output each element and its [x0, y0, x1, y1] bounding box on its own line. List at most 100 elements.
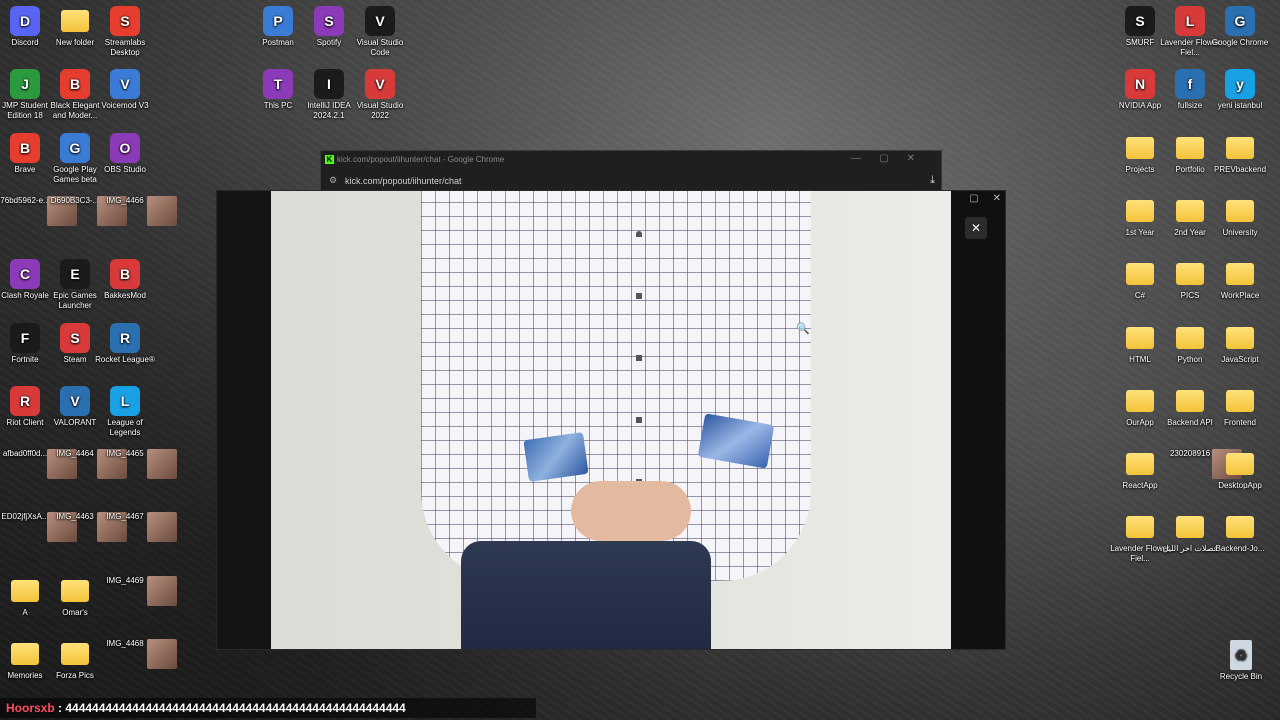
desktop-icon[interactable]: Backend-Jo...	[1208, 512, 1272, 554]
folder-icon	[1226, 389, 1254, 412]
maximize-icon[interactable]: ▢	[969, 193, 978, 204]
desktop-icon-label: Voicemod V3	[101, 101, 149, 111]
desktop-icon-label: University	[1222, 227, 1258, 237]
desktop-icon-label: PREVbackend	[1213, 164, 1267, 174]
close-window-icon[interactable]: ✕	[993, 193, 1001, 204]
folder-icon	[1176, 199, 1204, 222]
shirt-photo[interactable]	[271, 191, 951, 649]
desktop-icon[interactable]: V Visual Studio 2022	[348, 69, 412, 121]
folder-icon	[1226, 516, 1254, 539]
folder-icon	[11, 643, 39, 665]
desktop-icon[interactable]: S Streamlabs Desktop	[93, 6, 157, 58]
desktop-icon-label: Google Chrome	[1211, 38, 1269, 47]
app-icon: P	[263, 6, 293, 36]
desktop-icon[interactable]: R Rocket League®	[93, 322, 157, 365]
folder-icon	[1126, 389, 1154, 412]
app-icon: C	[10, 259, 40, 290]
image-viewer-popup: ▢ ✕ ✕	[216, 190, 1006, 650]
desktop-icon-label: yeni istanbul	[1217, 101, 1263, 111]
image-file-icon	[147, 512, 177, 543]
folder-icon	[1226, 326, 1254, 349]
app-icon: F	[10, 322, 40, 353]
folder-icon	[61, 10, 89, 32]
chrome-window[interactable]: K kick.com/popout/iihunter/chat - Google…	[320, 150, 942, 192]
desktop-icon[interactable]: O OBS Studio	[93, 132, 157, 175]
desktop-icon[interactable]: B BakkesMod	[93, 259, 157, 301]
recycle-bin-label: Recycle Bin	[1219, 672, 1263, 681]
desktop-icon-label: OBS Studio	[104, 164, 146, 174]
app-icon: L	[110, 385, 140, 416]
app-icon: G	[1225, 6, 1255, 36]
desktop-icon[interactable]: IMG_4467	[93, 512, 177, 543]
app-icon: N	[1125, 69, 1155, 100]
chrome-window-title: kick.com/popout/iihunter/chat - Google C…	[337, 155, 505, 164]
desktop-icon[interactable]: y yeni istanbul	[1208, 69, 1272, 111]
desktop-icon[interactable]: V Visual Studio Code	[348, 6, 412, 58]
desktop-icon-label: Forza Pics	[56, 671, 94, 680]
desktop-icon[interactable]: IMG_4468	[93, 639, 177, 669]
recycle-bin-icon[interactable]: ♻ Recycle Bin	[1209, 640, 1273, 682]
app-icon: G	[60, 132, 90, 163]
desktop-icon-label: Visual Studio 2022	[356, 101, 404, 121]
app-icon: S	[314, 6, 344, 36]
folder-icon	[61, 579, 89, 602]
site-settings-icon[interactable]: ⚙	[329, 175, 337, 186]
desktop-icon-label: Visual Studio Code	[356, 38, 404, 57]
app-icon: L	[1175, 6, 1205, 36]
app-icon: J	[10, 69, 40, 100]
chat-username: Hoorsxb	[6, 701, 55, 715]
folder-icon	[1126, 136, 1154, 159]
folder-icon	[1176, 263, 1204, 286]
app-icon: T	[263, 69, 293, 100]
image-file-icon	[147, 575, 177, 606]
app-icon: B	[10, 132, 40, 163]
desktop-icon[interactable]: WorkPlace	[1208, 259, 1272, 301]
desktop-icon-label: Rocket League®	[95, 354, 155, 364]
app-icon: O	[110, 132, 140, 163]
jeans	[461, 541, 711, 649]
image-file-icon	[147, 449, 177, 480]
zoom-cursor-icon: 🔍	[796, 323, 810, 335]
app-icon: S	[110, 6, 140, 36]
folder-icon	[1176, 136, 1204, 159]
desktop-icon[interactable]: JavaScript	[1208, 323, 1272, 365]
app-icon: V	[60, 385, 90, 416]
desktop-icon[interactable]: Frontend	[1208, 386, 1272, 428]
app-icon: V	[365, 6, 395, 36]
desktop-icon-label: League of Legends	[107, 417, 143, 437]
hands	[571, 481, 691, 541]
app-icon: B	[110, 259, 140, 290]
desktop-icon-label: WorkPlace	[1220, 291, 1260, 301]
desktop-icon-label: Frontend	[1223, 417, 1257, 427]
desktop-icon-label: DesktopApp	[1218, 481, 1262, 491]
desktop-icon[interactable]: DesktopApp	[1208, 449, 1272, 491]
download-icon[interactable]: ⤓	[930, 174, 935, 187]
app-icon: y	[1225, 69, 1255, 100]
desktop-icon[interactable]: IMG_4469	[93, 575, 177, 606]
desktop-icon[interactable]: PREVbackend	[1208, 133, 1272, 175]
desktop-icon[interactable]: IMG_4466	[93, 195, 177, 226]
popup-window-controls[interactable]: ▢ ✕	[955, 193, 1001, 204]
desktop-icon[interactable]: V Voicemod V3	[93, 69, 157, 111]
folder-icon	[1226, 136, 1254, 159]
address-bar[interactable]: kick.com/popout/iihunter/chat	[345, 176, 462, 186]
desktop-icon[interactable]: University	[1208, 196, 1272, 238]
folder-icon	[1226, 199, 1254, 222]
folder-icon	[1126, 326, 1154, 349]
app-icon: S	[60, 322, 90, 353]
desktop-icon[interactable]: IMG_4465	[93, 449, 177, 480]
image-file-icon	[147, 195, 177, 226]
app-icon: B	[60, 69, 90, 100]
left-cuff	[523, 432, 589, 482]
folder-icon	[1176, 326, 1204, 349]
window-controls[interactable]: —▢✕	[851, 153, 933, 164]
close-image-button[interactable]: ✕	[965, 217, 987, 239]
desktop-icon[interactable]: L League of Legends	[93, 385, 157, 438]
kick-favicon-icon: K	[325, 155, 334, 164]
app-icon: I	[314, 69, 344, 100]
desktop-icon[interactable]: G Google Chrome	[1208, 6, 1272, 48]
app-icon: D	[10, 6, 40, 36]
desktop-icon-label: Streamlabs Desktop	[104, 38, 146, 57]
chat-message-bar: Hoorsxb : 444444444444444444444444444444…	[0, 698, 536, 718]
popup-right-shade	[951, 191, 1005, 649]
